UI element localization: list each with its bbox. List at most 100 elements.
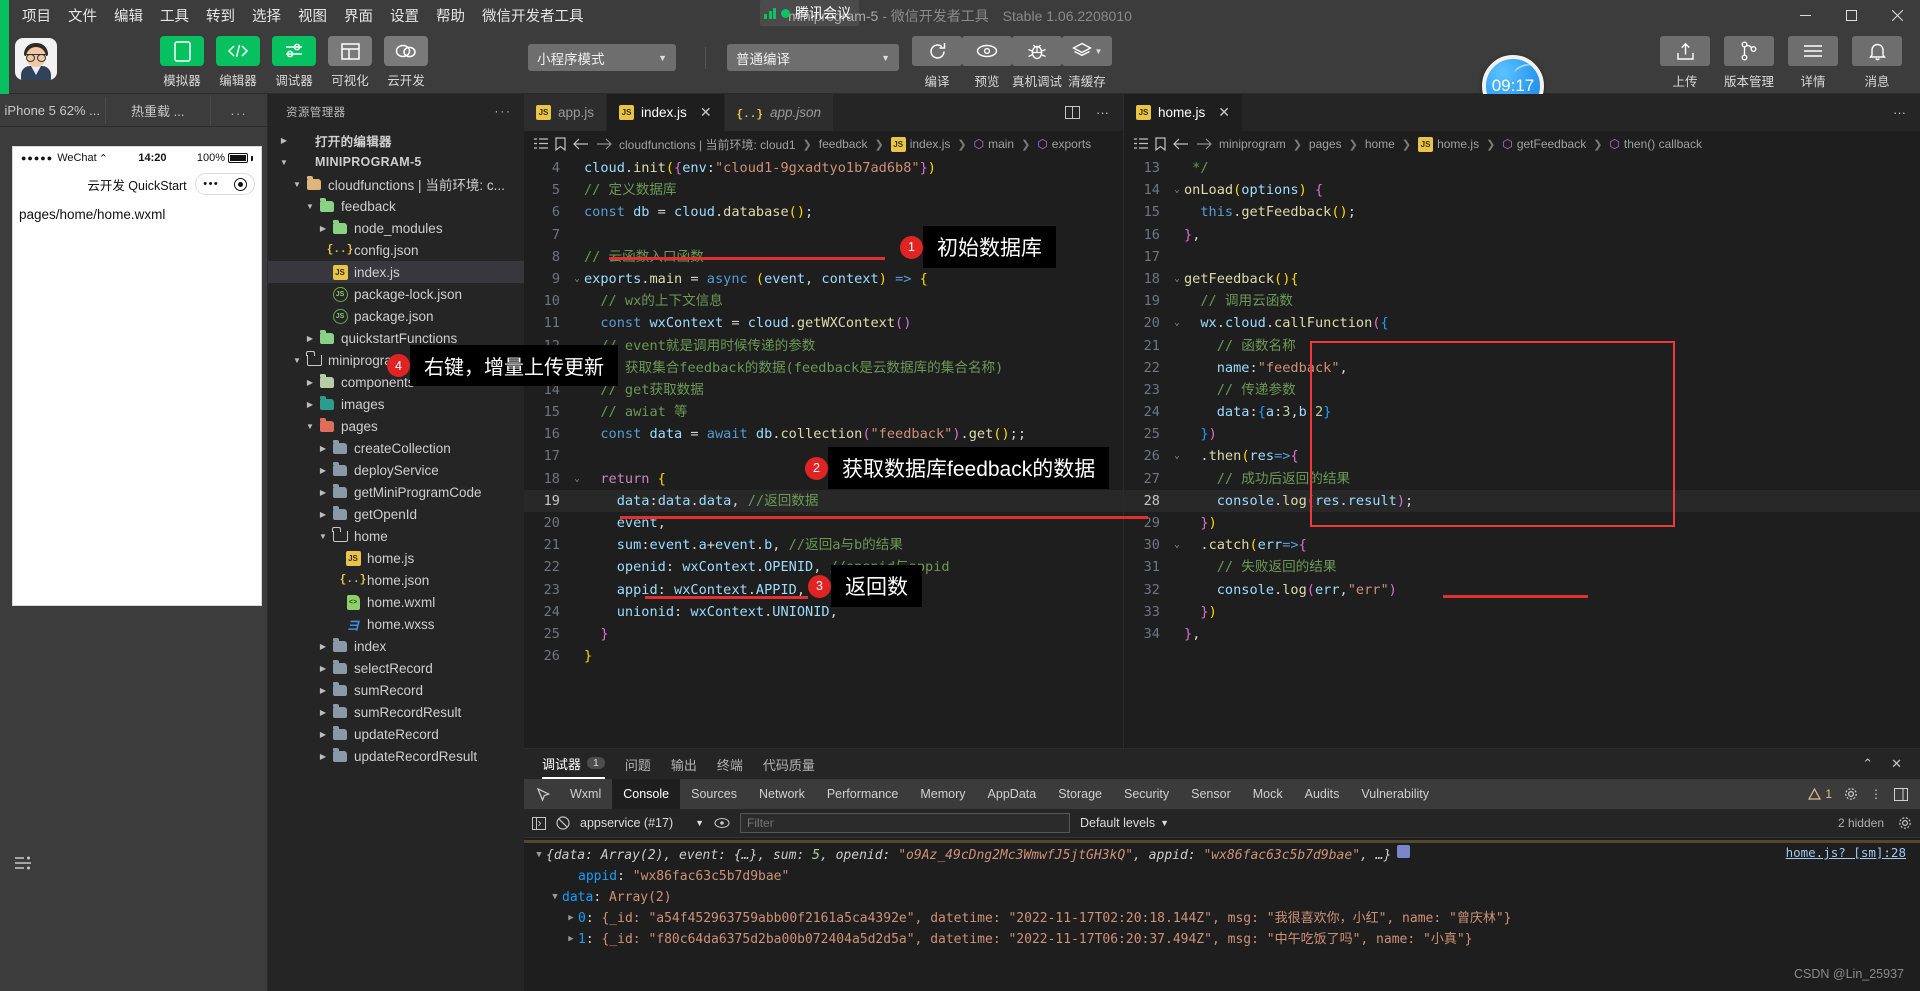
panel-tab-4[interactable]: 代码质量 xyxy=(763,749,815,779)
editor-tab-app-json[interactable]: {..} app.json xyxy=(724,94,834,131)
fold-arrow-icon[interactable]: ⌄ xyxy=(570,268,584,290)
fold-arrow-icon[interactable] xyxy=(570,157,584,179)
tree-item-getminiprogramcode[interactable]: ▶ getMiniProgramCode xyxy=(268,481,524,503)
devtools-tab-sensor[interactable]: Sensor xyxy=(1180,779,1242,809)
twisty-icon[interactable]: ▼ xyxy=(276,158,292,167)
console-log-area[interactable]: ▼ {data: Array(2), event: {…}, sum: 5, o… xyxy=(524,838,1920,991)
twisty-icon[interactable]: ▶ xyxy=(315,488,331,497)
tree-item-feedback[interactable]: ▼ feedback xyxy=(268,195,524,217)
fold-arrow-icon[interactable] xyxy=(570,534,584,556)
code-line-13[interactable]: 13 */ xyxy=(1124,157,1920,179)
code-line-16[interactable]: 16}, xyxy=(1124,224,1920,246)
code-line-14[interactable]: 14 ⌄ onLoad(options) { xyxy=(1124,179,1920,201)
tree-item-miniprogram-5[interactable]: ▼ MINIPROGRAM-5 xyxy=(268,151,524,173)
code-line-27[interactable]: 27 // 成功后返回的结果 xyxy=(1124,468,1920,490)
fold-arrow-icon[interactable] xyxy=(1170,201,1184,223)
eye-icon[interactable] xyxy=(714,817,730,829)
breadcrumb-item[interactable]: cloudfunctions | 当前环境: cloud1 xyxy=(619,136,796,153)
code-line-33[interactable]: 33 }) xyxy=(1124,601,1920,623)
code-editor-right[interactable]: 13 */14 ⌄ onLoad(options) {15 this.getFeed… xyxy=(1124,157,1920,748)
action-button-refresh[interactable]: 编译 xyxy=(912,36,962,90)
toolbar-button-phone[interactable]: 模拟器 xyxy=(160,36,204,89)
breadcrumb-item[interactable]: ⬡ exports xyxy=(1037,137,1091,151)
code-line-4[interactable]: 4 cloud.init({env:"cloud1-9gxadtyo1b7ad6b… xyxy=(524,157,1123,179)
fold-arrow-icon[interactable]: ⌄ xyxy=(1170,268,1184,290)
twisty-icon[interactable]: ▶ xyxy=(315,686,331,695)
breadcrumb-item[interactable]: ⬡ getFeedback xyxy=(1502,137,1586,151)
console-filter-input[interactable] xyxy=(740,813,1071,833)
log-row-0[interactable]: appid: "wx86fac63c5b7d9bae" xyxy=(524,866,1920,887)
explorer-more-icon[interactable]: ··· xyxy=(495,106,513,118)
fold-arrow-icon[interactable] xyxy=(570,556,584,578)
devtools-tab-sources[interactable]: Sources xyxy=(680,779,748,809)
panel-tab-2[interactable]: 输出 xyxy=(671,749,697,779)
tree-item-updaterecord[interactable]: ▶ updateRecord xyxy=(268,723,524,745)
menu-item-5[interactable]: 选择 xyxy=(252,5,281,26)
warning-count-badge[interactable]: 1 xyxy=(1808,787,1832,801)
code-line-26[interactable]: 26} xyxy=(524,645,1123,667)
fold-arrow-icon[interactable] xyxy=(1170,579,1184,601)
menu-item-1[interactable]: 文件 xyxy=(68,5,97,26)
code-line-19[interactable]: 19 // 调用云函数 xyxy=(1124,290,1920,312)
fold-arrow-icon[interactable]: ⌄ xyxy=(1170,312,1184,334)
dock-side-icon[interactable] xyxy=(1894,787,1908,801)
tree-item-getopenid[interactable]: ▶ getOpenId xyxy=(268,503,524,525)
fold-arrow-icon[interactable]: ⌄ xyxy=(570,468,584,490)
twisty-icon[interactable]: ▶ xyxy=(315,224,331,233)
right-button-menu[interactable]: 详情 xyxy=(1788,36,1838,90)
devtools-tab-mock[interactable]: Mock xyxy=(1242,779,1294,809)
menu-item-2[interactable]: 编辑 xyxy=(114,5,143,26)
code-line-23[interactable]: 23 // 传递参数 xyxy=(1124,379,1920,401)
fold-arrow-icon[interactable] xyxy=(1170,157,1184,179)
close-tab-icon[interactable]: ✕ xyxy=(700,104,712,121)
avatar[interactable] xyxy=(15,38,57,80)
breadcrumb-left[interactable]: cloudfunctions | 当前环境: cloud1 ❯ feedback ❯ J… xyxy=(524,131,1123,157)
menu-item-6[interactable]: 视图 xyxy=(298,5,327,26)
twisty-icon[interactable]: ▶ xyxy=(315,466,331,475)
code-line-10[interactable]: 10 // wx的上下文信息 xyxy=(524,290,1123,312)
code-line-9[interactable]: 9 ⌄ exports.main = async (event, context) … xyxy=(524,268,1123,290)
breadcrumb-item[interactable]: feedback xyxy=(819,137,868,151)
code-line-11[interactable]: 11 const wxContext = cloud.getWXContext(… xyxy=(524,312,1123,334)
editor-tab-home-js[interactable]: JS home.js ✕ xyxy=(1124,94,1244,131)
menu-item-10[interactable]: 微信开发者工具 xyxy=(482,5,584,26)
devtools-tab-vulnerability[interactable]: Vulnerability xyxy=(1350,779,1440,809)
code-line-21[interactable]: 21 // 函数名称 xyxy=(1124,335,1920,357)
code-line-30[interactable]: 30 ⌄ .catch(err=>{ xyxy=(1124,534,1920,556)
collapse-panel-icon[interactable]: ⌃ xyxy=(1862,756,1873,772)
simulator-menu-icon[interactable] xyxy=(10,850,36,876)
log-source-link[interactable]: home.js? [sm]:28 xyxy=(1786,842,1906,863)
twisty-icon[interactable]: ▶ xyxy=(302,334,318,343)
code-line-19[interactable]: 19 data:data.data, //返回数据 xyxy=(524,489,1123,512)
editor-tab-app-js[interactable]: JS app.js xyxy=(524,94,608,131)
tree-item-package-json[interactable]: JS package.json xyxy=(268,305,524,327)
expand-triangle-icon[interactable]: ▶ xyxy=(564,929,578,950)
devtools-tab-performance[interactable]: Performance xyxy=(816,779,910,809)
tree-item-pages[interactable]: ▼ pages xyxy=(268,415,524,437)
code-line-25[interactable]: 25 } xyxy=(524,623,1123,645)
devtools-tab-security[interactable]: Security xyxy=(1113,779,1180,809)
split-editor-icon[interactable] xyxy=(1065,105,1080,120)
fold-arrow-icon[interactable] xyxy=(570,201,584,223)
action-button-layers[interactable]: ▼ 清缓存 xyxy=(1062,36,1112,90)
breadcrumb-item[interactable]: home xyxy=(1365,137,1395,151)
code-line-6[interactable]: 6 const db = cloud.database(); xyxy=(524,201,1123,223)
breadcrumb-item[interactable]: miniprogram xyxy=(1219,137,1286,151)
code-line-20[interactable]: 20 ⌄ wx.cloud.callFunction({ xyxy=(1124,312,1920,334)
fold-arrow-icon[interactable] xyxy=(1170,490,1184,512)
fold-arrow-icon[interactable] xyxy=(570,312,584,334)
code-line-29[interactable]: 29 }) xyxy=(1124,512,1920,534)
fold-arrow-icon[interactable] xyxy=(1170,468,1184,490)
code-line-5[interactable]: 5 // 定义数据库 xyxy=(524,179,1123,201)
code-line-16[interactable]: 16 const data = await db.collection("fee… xyxy=(524,423,1123,445)
twisty-icon[interactable]: ▶ xyxy=(315,510,331,519)
menu-item-3[interactable]: 工具 xyxy=(160,5,189,26)
inspect-element-icon[interactable] xyxy=(528,787,559,802)
fold-arrow-icon[interactable] xyxy=(1170,290,1184,312)
tree-item-cloudfunctions-c-[interactable]: ▼ cloudfunctions | 当前环境: c... xyxy=(268,173,524,195)
twisty-icon[interactable]: ▼ xyxy=(289,356,305,365)
forward-arrow-icon[interactable] xyxy=(596,138,612,150)
devtools-tab-audits[interactable]: Audits xyxy=(1294,779,1351,809)
mode-select[interactable]: 小程序模式 ▼ xyxy=(528,44,676,71)
tree-item-home-js[interactable]: JS home.js xyxy=(268,547,524,569)
